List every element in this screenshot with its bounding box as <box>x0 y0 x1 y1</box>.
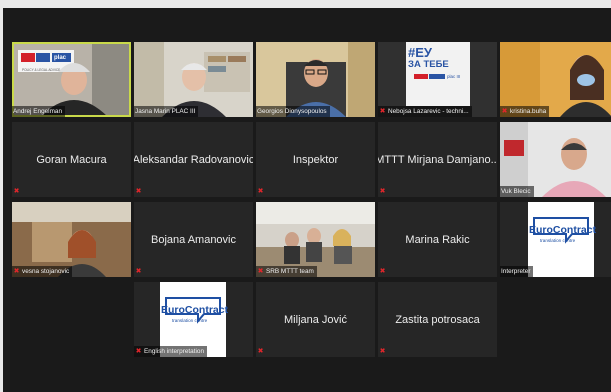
mic-muted-icon: ✖ <box>379 348 386 355</box>
mic-muted-icon: ✖ <box>257 268 264 275</box>
participant-tile-srb-mttt-team[interactable]: ✖ SRB MTTT team <box>256 202 375 277</box>
participant-tile-vesna-stojanovic[interactable]: ✖ vesna stojanovic <box>12 202 131 277</box>
mic-muted-icon: ✖ <box>379 108 386 115</box>
participant-tile-goran-macura[interactable]: Goran Macura ✖ <box>12 122 131 197</box>
eu-slogan-line2: ЗА ТЕБЕ <box>408 59 449 70</box>
participant-name: Miljana Jović <box>284 313 347 326</box>
video-meeting-window: plac POLICY & LEGAL ADVICE Andrej Engelm… <box>3 8 611 392</box>
mic-muted-icon: ✖ <box>501 108 508 115</box>
mic-muted-icon: ✖ <box>135 188 142 195</box>
mic-muted-icon: ✖ <box>135 268 142 275</box>
participant-grid: plac POLICY & LEGAL ADVICE Andrej Engelm… <box>3 8 611 392</box>
plac-logo-text: plac <box>54 55 67 61</box>
mic-muted-icon: ✖ <box>257 348 264 355</box>
participant-tile-miljana-jovic[interactable]: Miljana Jović ✖ <box>256 282 375 357</box>
mic-muted-icon: ✖ <box>135 348 142 355</box>
mic-muted-icon: ✖ <box>13 268 20 275</box>
participant-tile-jasna-marin[interactable]: Jasna Marin PLAC III <box>134 42 253 117</box>
participant-tile-interpreter[interactable]: EuroContract translation centre Interpre… <box>500 202 611 277</box>
participant-tile-english-interpretation[interactable]: EuroContract translation centre ✖ Englis… <box>134 282 253 357</box>
participant-tile-inspektor[interactable]: Inspektor ✖ <box>256 122 375 197</box>
participant-name-label: ✖ SRB MTTT team <box>256 266 317 277</box>
participant-tile-marina-rakic[interactable]: Marina Rakic ✖ <box>378 202 497 277</box>
mic-muted-icon: ✖ <box>13 188 20 195</box>
participant-name-label: Georgios Dionysopoulos <box>256 106 330 117</box>
eu-slogan-line1: #ЕУ <box>408 45 432 60</box>
eurocontract-logo-subtitle: translation centre <box>540 238 576 243</box>
participant-name: Bojana Amanovic <box>151 233 236 246</box>
participant-tile-mttt-mirjana[interactable]: MTTT Mirjana Damjano... ✖ <box>378 122 497 197</box>
participant-name-label: ✖ Nebojsa Lazarevic - techni... <box>378 106 472 117</box>
participant-name: Inspektor <box>292 153 339 166</box>
participant-name-label: Interpreter <box>500 266 534 277</box>
plac-logo-subtitle: POLICY & LEGAL ADVICE <box>22 68 61 72</box>
mic-muted-icon: ✖ <box>379 188 386 195</box>
participant-tile-aleksandar-radovanovic[interactable]: Aleksandar Radovanovic ✖ <box>134 122 253 197</box>
participant-name-label: ✖ kristina.buha <box>500 106 550 117</box>
participant-name-label: ✖ English interpretation <box>134 346 208 357</box>
eurocontract-logo-title: EuroContract <box>161 304 229 316</box>
participant-name-label: ✖ vesna stojanovic <box>12 266 73 277</box>
mic-muted-icon: ✖ <box>379 268 386 275</box>
participant-tile-zastita-potrosaca[interactable]: Zastita potrosaca ✖ <box>378 282 497 357</box>
participant-tile-nebojsa-lazarevic[interactable]: #ЕУ ЗА ТЕБЕ plac III ✖ Nebojsa Lazarevic… <box>378 42 497 117</box>
participant-name: Marina Rakic <box>405 233 470 246</box>
participant-name-label: Vuk Blecic <box>500 186 534 197</box>
participant-name-label: Andrej Engelman <box>12 106 66 117</box>
eurocontract-logo-subtitle: translation centre <box>172 318 208 323</box>
eurocontract-logo-title: EuroContract <box>529 224 597 236</box>
participant-name: Aleksandar Radovanovic <box>134 153 253 166</box>
participant-tile-vuk-blecic[interactable]: Vuk Blecic <box>500 122 611 197</box>
participant-tile-bojana-amanovic[interactable]: Bojana Amanovic ✖ <box>134 202 253 277</box>
mic-muted-icon: ✖ <box>257 188 264 195</box>
eu-slogan-badge: plac III <box>447 74 461 79</box>
participant-tile-andrej-engelman[interactable]: plac POLICY & LEGAL ADVICE Andrej Engelm… <box>12 42 131 117</box>
participant-tile-kristina-buha[interactable]: ✖ kristina.buha <box>500 42 611 117</box>
participant-name-label: Jasna Marin PLAC III <box>134 106 199 117</box>
participant-name: Goran Macura <box>36 153 107 166</box>
participant-tile-georgios-dionysopoulos[interactable]: Georgios Dionysopoulos <box>256 42 375 117</box>
participant-name: MTTT Mirjana Damjano... <box>378 153 497 166</box>
participant-name: Zastita potrosaca <box>395 313 480 326</box>
